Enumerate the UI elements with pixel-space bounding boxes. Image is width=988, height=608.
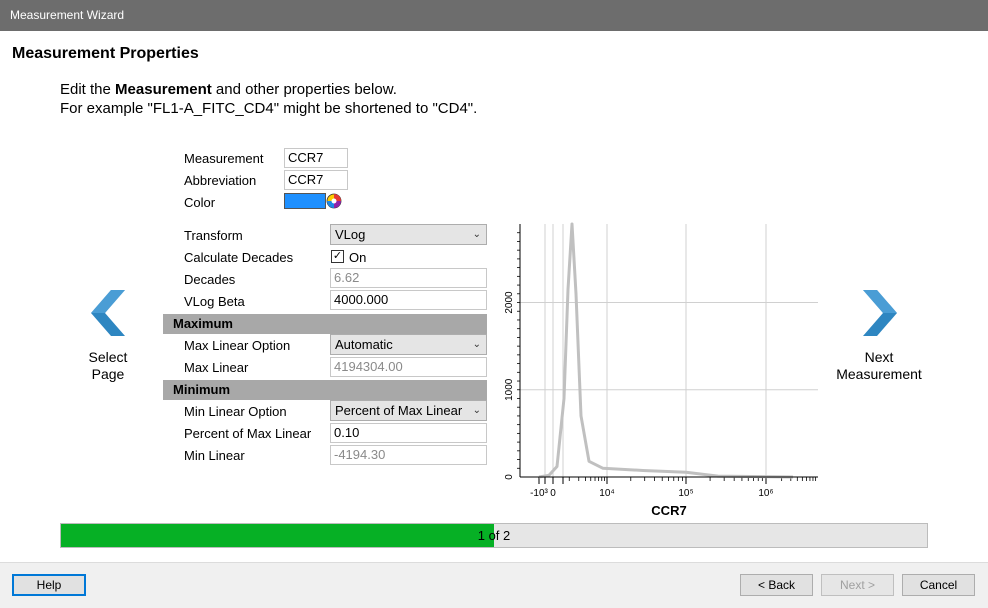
window-title: Measurement Wizard [0, 0, 988, 31]
calc-decades-label: Calculate Decades [184, 250, 294, 265]
histogram-series-line [538, 222, 794, 479]
x-tick-label: 10⁶ [758, 488, 773, 499]
abbreviation-label: Abbreviation [184, 173, 257, 188]
calc-decades-checkbox[interactable]: ✓ [331, 250, 344, 263]
max-linear-option-label: Max Linear Option [184, 338, 291, 353]
color-label: Color [184, 195, 216, 210]
max-linear-option-select[interactable]: Automatic ⌄ [330, 334, 487, 355]
help-button[interactable]: Help [12, 574, 86, 596]
transform-label: Transform [184, 228, 243, 243]
minimum-section-header: Minimum [163, 380, 487, 400]
next-arrow-icon[interactable] [861, 288, 899, 338]
min-linear-option-value: Percent of Max Linear [335, 403, 463, 418]
page-description: Edit the Measurement and other propertie… [60, 80, 477, 118]
min-linear-option-select[interactable]: Percent of Max Linear ⌄ [330, 400, 487, 421]
chevron-down-icon: ⌄ [472, 229, 481, 240]
measurement-label: Measurement [184, 151, 264, 166]
cancel-button[interactable]: Cancel [902, 574, 975, 596]
back-button[interactable]: < Back [740, 574, 813, 596]
chevron-down-icon: ⌄ [472, 405, 481, 416]
prev-label-line2: Page [91, 366, 125, 382]
next-button[interactable]: Next > [821, 574, 894, 596]
x-tick-label: 0 [550, 488, 556, 499]
min-linear-input: -4194.30 [330, 445, 487, 465]
page-heading: Measurement Properties [12, 45, 199, 62]
y-tick-label: 2000 [504, 291, 515, 314]
desc-prefix: Edit the [60, 81, 116, 98]
transform-select[interactable]: VLog ⌄ [330, 224, 487, 245]
desc-bold: Measurement [115, 81, 212, 98]
next-measurement-label[interactable]: Next Measurement [830, 349, 928, 383]
transform-value: VLog [335, 227, 366, 242]
y-tick-label: 1000 [504, 378, 515, 401]
decades-input: 6.62 [330, 268, 487, 288]
maximum-section-header: Maximum [163, 314, 487, 334]
x-tick-label: 10⁵ [678, 488, 693, 499]
chevron-down-icon: ⌄ [472, 339, 481, 350]
max-linear-label: Max Linear [184, 360, 249, 375]
prev-page-label[interactable]: Select Page [78, 349, 138, 383]
abbreviation-input[interactable]: CCR7 [284, 170, 348, 190]
x-axis-label: CCR7 [651, 503, 686, 518]
vlog-beta-label: VLog Beta [184, 294, 245, 309]
decades-label: Decades [184, 272, 236, 287]
prev-label-line1: Select [88, 349, 128, 365]
chart-ticks: 010002000-10³ 0 10⁴ 10⁵ 10⁶ [504, 232, 817, 499]
color-wheel-icon[interactable] [326, 193, 342, 209]
max-linear-input: 4194304.00 [330, 357, 487, 377]
description-line-1: Edit the Measurement and other propertie… [60, 80, 477, 99]
progress-bar: 1 of 2 [60, 523, 928, 548]
max-linear-option-value: Automatic [335, 337, 393, 352]
next-label-line2: Measurement [836, 366, 922, 382]
percent-max-linear-input[interactable]: 0.10 [330, 423, 487, 443]
calc-decades-on-label: On [349, 250, 367, 265]
color-swatch[interactable] [284, 193, 326, 209]
x-tick-label: 10⁴ [599, 488, 614, 499]
desc-suffix: and other properties below. [211, 81, 397, 98]
progress-text: 1 of 2 [477, 528, 511, 543]
y-tick-label: 0 [504, 474, 515, 480]
min-linear-option-label: Min Linear Option [184, 404, 287, 419]
percent-max-linear-label: Percent of Max Linear [184, 426, 312, 441]
vlog-beta-input[interactable]: 4000.000 [330, 290, 487, 310]
x-tick-label: -10³ [530, 488, 548, 499]
description-line-2: For example "FL1-A_FITC_CD4" might be sh… [60, 100, 478, 117]
min-linear-label: Min Linear [184, 448, 245, 463]
prev-arrow-icon[interactable] [89, 288, 127, 338]
next-label-line1: Next [864, 349, 894, 365]
histogram-chart: 010002000-10³ 0 10⁴ 10⁵ 10⁶ CCR7 [504, 222, 818, 518]
measurement-input[interactable]: CCR7 [284, 148, 348, 168]
